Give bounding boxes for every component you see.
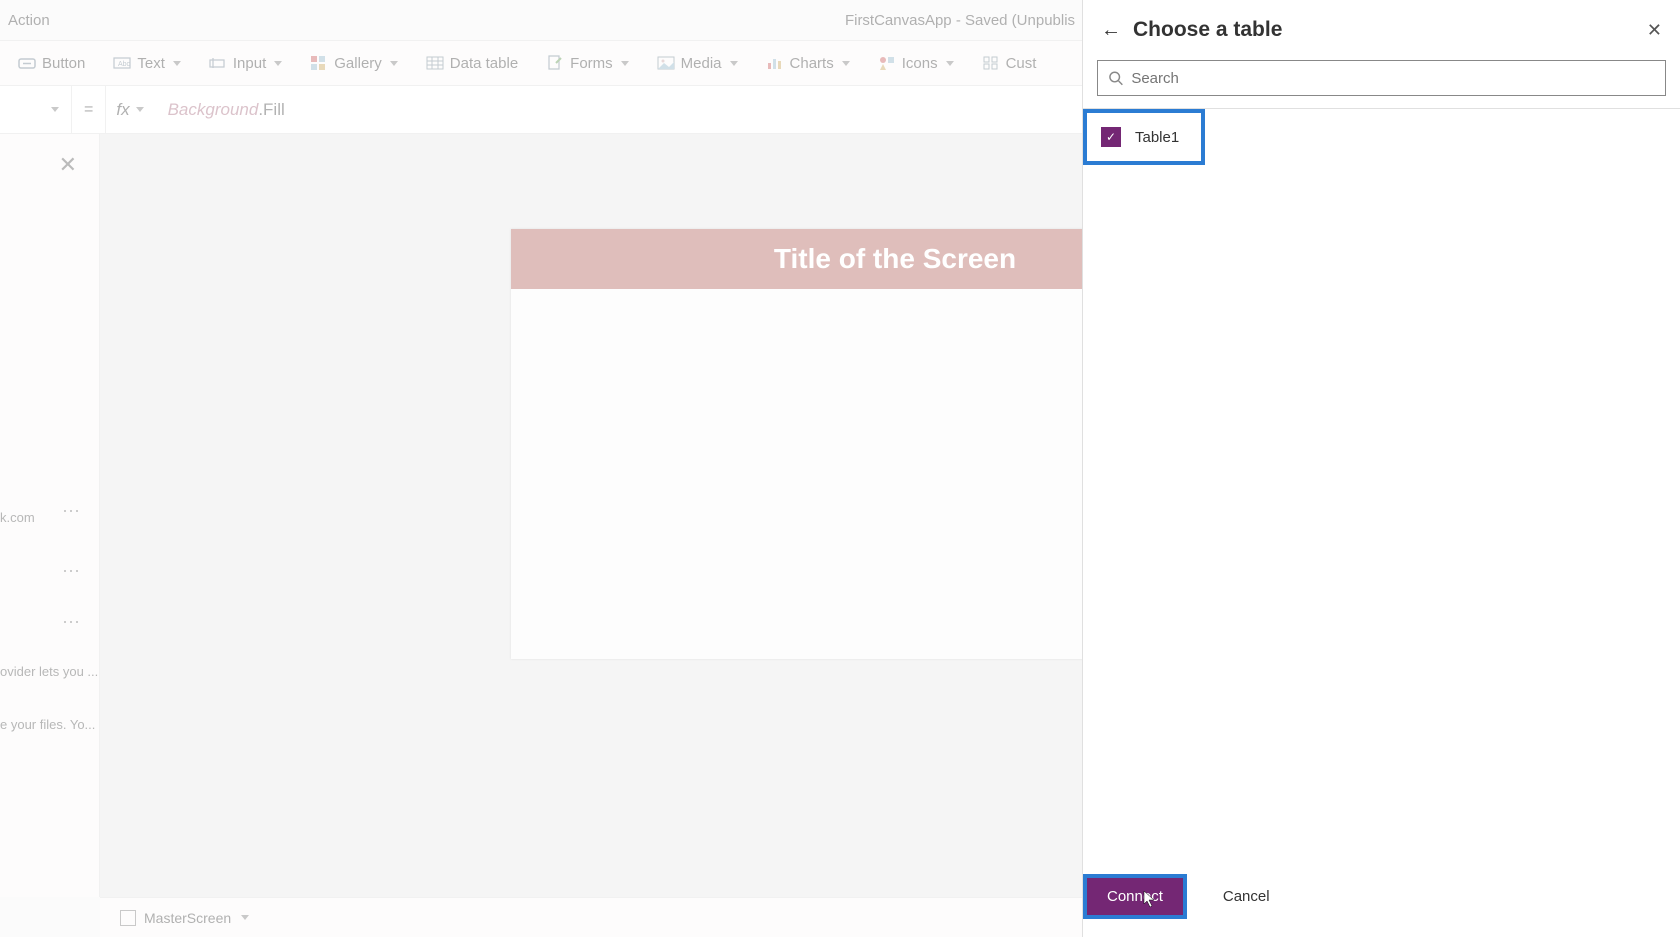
fx-button[interactable]: fx <box>105 86 153 133</box>
chevron-down-icon <box>621 61 629 66</box>
equals-sign: = <box>72 101 105 119</box>
forms-icon <box>546 54 564 72</box>
toolbar-charts[interactable]: Charts <box>752 41 864 85</box>
datatable-icon <box>426 54 444 72</box>
svg-text:Abc: Abc <box>118 61 131 68</box>
toolbar-icons-label: Icons <box>902 55 938 72</box>
fx-label: fx <box>116 100 129 120</box>
more-icon[interactable]: ⋯ <box>62 501 79 522</box>
sidebar-text: k.com <box>0 510 35 525</box>
toolbar-charts-label: Charts <box>790 55 834 72</box>
choose-table-panel: ← Choose a table ✕ ✓ Table1 Connect Canc… <box>1082 0 1680 937</box>
close-icon[interactable]: ✕ <box>1647 20 1662 41</box>
search-icon <box>1108 70 1123 86</box>
connect-button[interactable]: Connect <box>1083 874 1187 919</box>
button-icon <box>18 54 36 72</box>
chevron-down-icon <box>390 61 398 66</box>
left-panel: ✕ k.com ⋯ ⋯ ⋯ ovider lets you ... e your… <box>0 134 100 897</box>
more-icon[interactable]: ⋯ <box>62 612 79 633</box>
toolbar-datatable-label: Data table <box>450 55 518 72</box>
toolbar-text[interactable]: Abc Text <box>99 41 195 85</box>
toolbar-button-label: Button <box>42 55 85 72</box>
checkbox-checked-icon[interactable]: ✓ <box>1101 127 1121 147</box>
media-icon <box>657 54 675 72</box>
table-name-label: Table1 <box>1135 129 1179 146</box>
chevron-down-icon <box>136 107 144 112</box>
toolbar-button[interactable]: Button <box>4 41 99 85</box>
toolbar-datatable[interactable]: Data table <box>412 41 532 85</box>
chevron-down-icon <box>51 107 59 112</box>
toolbar-custom-label: Cust <box>1006 55 1037 72</box>
cancel-button[interactable]: Cancel <box>1207 878 1286 915</box>
sidebar-text: ovider lets you ... <box>0 664 98 679</box>
input-icon <box>209 54 227 72</box>
custom-icon <box>982 54 1000 72</box>
toolbar-forms[interactable]: Forms <box>532 41 643 85</box>
chevron-down-icon <box>173 61 181 66</box>
toolbar-forms-label: Forms <box>570 55 613 72</box>
more-icon[interactable]: ⋯ <box>62 561 79 582</box>
toolbar-media-label: Media <box>681 55 722 72</box>
charts-icon <box>766 54 784 72</box>
gallery-icon <box>310 54 328 72</box>
formula-object: Background <box>168 100 259 119</box>
close-icon[interactable]: ✕ <box>59 152 77 178</box>
chevron-down-icon <box>842 61 850 66</box>
sidebar-text: e your files. Yo... <box>0 717 95 732</box>
screen-name-label: MasterScreen <box>144 910 231 926</box>
toolbar-input[interactable]: Input <box>195 41 296 85</box>
toolbar-media[interactable]: Media <box>643 41 752 85</box>
chevron-down-icon <box>241 915 249 920</box>
search-box[interactable] <box>1097 60 1666 96</box>
app-title: FirstCanvasApp - Saved (Unpublis <box>845 12 1075 29</box>
search-input[interactable] <box>1131 70 1655 87</box>
toolbar-input-label: Input <box>233 55 266 72</box>
property-dropdown[interactable] <box>0 86 72 133</box>
tab-action[interactable]: Action <box>8 12 50 29</box>
icons-icon <box>878 54 896 72</box>
chevron-down-icon <box>946 61 954 66</box>
formula-property: .Fill <box>258 100 284 119</box>
chevron-down-icon <box>274 61 282 66</box>
toolbar-custom[interactable]: Cust <box>968 41 1051 85</box>
checkbox-icon[interactable] <box>120 910 136 926</box>
panel-title: Choose a table <box>1133 18 1282 42</box>
toolbar-gallery[interactable]: Gallery <box>296 41 412 85</box>
text-icon: Abc <box>113 54 131 72</box>
toolbar-gallery-label: Gallery <box>334 55 382 72</box>
screen-selector[interactable]: MasterScreen <box>120 910 249 926</box>
toolbar-icons[interactable]: Icons <box>864 41 968 85</box>
chevron-down-icon <box>730 61 738 66</box>
back-arrow-icon[interactable]: ← <box>1101 19 1121 42</box>
table-item-table1[interactable]: ✓ Table1 <box>1083 109 1205 165</box>
toolbar-text-label: Text <box>137 55 165 72</box>
formula-input[interactable]: Background.Fill <box>154 100 285 120</box>
